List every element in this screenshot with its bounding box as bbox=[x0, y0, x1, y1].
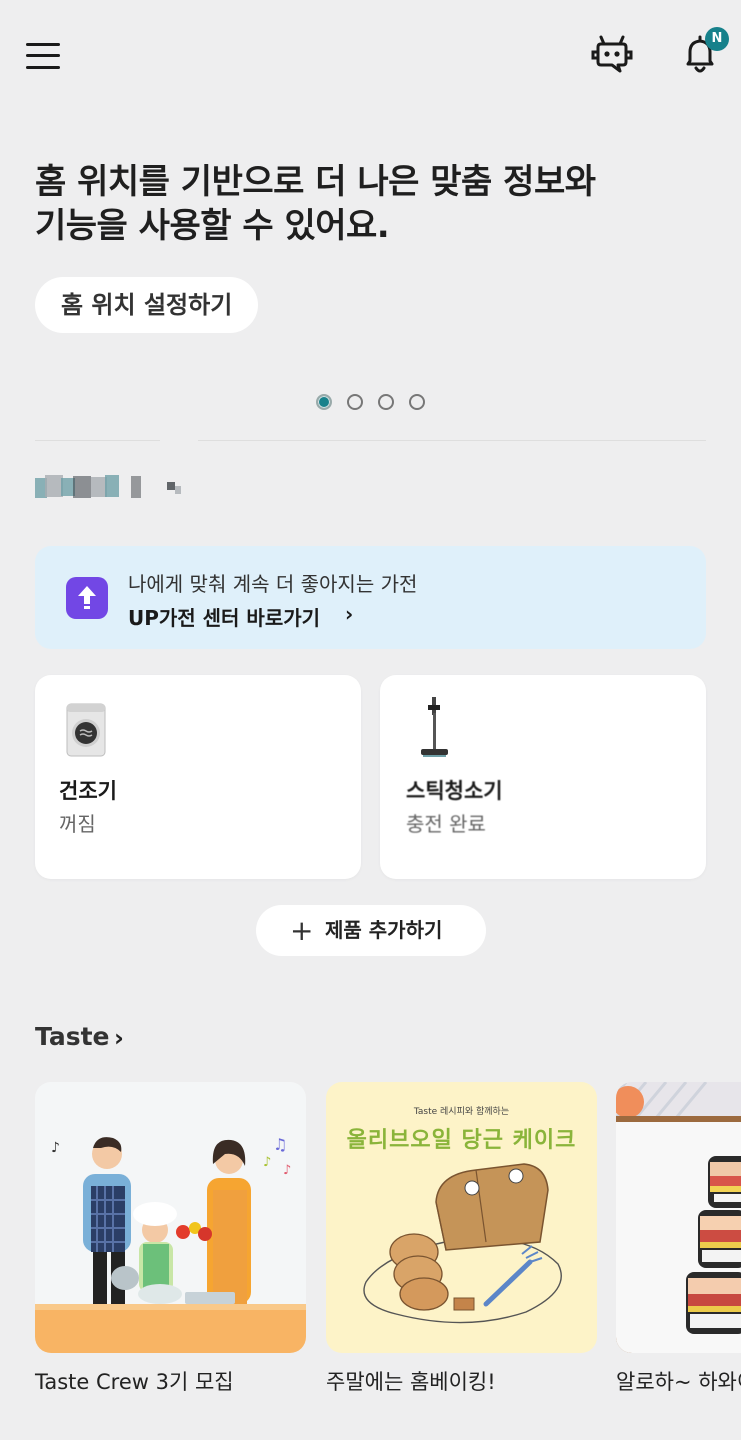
svg-text:♪: ♪ bbox=[51, 1140, 60, 1156]
page-dot-4[interactable] bbox=[409, 394, 425, 410]
dryer-icon bbox=[65, 702, 107, 758]
taste-card-caption[interactable]: Taste Crew 3기 모집 bbox=[35, 1366, 234, 1396]
spam-musubi-photo bbox=[616, 1082, 741, 1353]
notification-badge: N bbox=[705, 27, 729, 51]
device-name: 건조기 bbox=[59, 779, 117, 803]
svg-text:♫: ♫ bbox=[273, 1135, 287, 1154]
carrot-cake-illustration bbox=[363, 1163, 562, 1324]
section-divider bbox=[35, 440, 706, 441]
plus-icon: + bbox=[290, 914, 314, 947]
notification-bell-icon[interactable]: N bbox=[676, 27, 729, 80]
chevron-right-icon[interactable]: › bbox=[114, 1024, 124, 1052]
device-status: 충전 완료 bbox=[406, 812, 486, 836]
chatbot-icon[interactable] bbox=[586, 30, 636, 80]
upgrade-arrow-icon bbox=[66, 577, 108, 619]
family-cooking-illustration: ♪ ♫ ♪ ♪ bbox=[35, 1135, 306, 1353]
hero-title: 홈 위치를 기반으로 더 나은 맞춤 정보와 기능을 사용할 수 있어요. bbox=[35, 160, 675, 248]
page-dot-3[interactable] bbox=[378, 394, 394, 410]
device-card-stick-vacuum[interactable]: 스틱청소기 충전 완료 bbox=[380, 675, 706, 879]
set-home-location-button[interactable]: 홈 위치 설정하기 bbox=[35, 277, 259, 333]
taste-card-caption[interactable]: 주말에는 홈베이킹! bbox=[326, 1366, 496, 1396]
taste-card-caption[interactable]: 알로하~ 하와이 bbox=[616, 1366, 741, 1396]
add-product-label: 제품 추가하기 bbox=[325, 918, 443, 942]
hamburger-menu-icon[interactable] bbox=[24, 38, 64, 74]
up-banner-subtitle: 나에게 맞춰 계속 더 좋아지는 가전 bbox=[128, 572, 418, 596]
home-name-redacted[interactable] bbox=[35, 470, 195, 504]
up-banner-link[interactable]: UP가전 센터 바로가기 bbox=[128, 602, 320, 631]
taste-card-homebaking[interactable]: Taste 레시피와 함께하는 올리브오일 당근 케이크 bbox=[326, 1082, 597, 1353]
taste-card-hawaii[interactable] bbox=[616, 1082, 741, 1353]
add-product-button[interactable]: + 제품 추가하기 bbox=[256, 905, 486, 956]
taste-section-title[interactable]: Taste bbox=[35, 1022, 110, 1051]
svg-text:♪: ♪ bbox=[283, 1163, 291, 1178]
hero-title-line-2: 기능을 사용할 수 있어요. bbox=[35, 206, 390, 246]
chevron-right-icon: › bbox=[345, 602, 354, 626]
page-dot-1-active[interactable] bbox=[316, 394, 332, 410]
device-card-dryer[interactable]: 건조기 꺼짐 bbox=[35, 675, 361, 879]
device-status: 꺼짐 bbox=[59, 812, 96, 836]
top-bar: N bbox=[0, 0, 741, 110]
taste-card-crew[interactable]: ♪ ♫ ♪ ♪ bbox=[35, 1082, 306, 1353]
hero-title-line-1: 홈 위치를 기반으로 더 나은 맞춤 정보와 bbox=[35, 162, 596, 202]
svg-text:♪: ♪ bbox=[263, 1155, 271, 1170]
up-appliance-center-banner[interactable]: 나에게 맞춰 계속 더 좋아지는 가전 UP가전 센터 바로가기 › bbox=[35, 546, 706, 649]
stick-vacuum-icon bbox=[418, 695, 452, 765]
page-dot-2[interactable] bbox=[347, 394, 363, 410]
divider-gap bbox=[160, 440, 198, 442]
device-name: 스틱청소기 bbox=[406, 779, 503, 803]
